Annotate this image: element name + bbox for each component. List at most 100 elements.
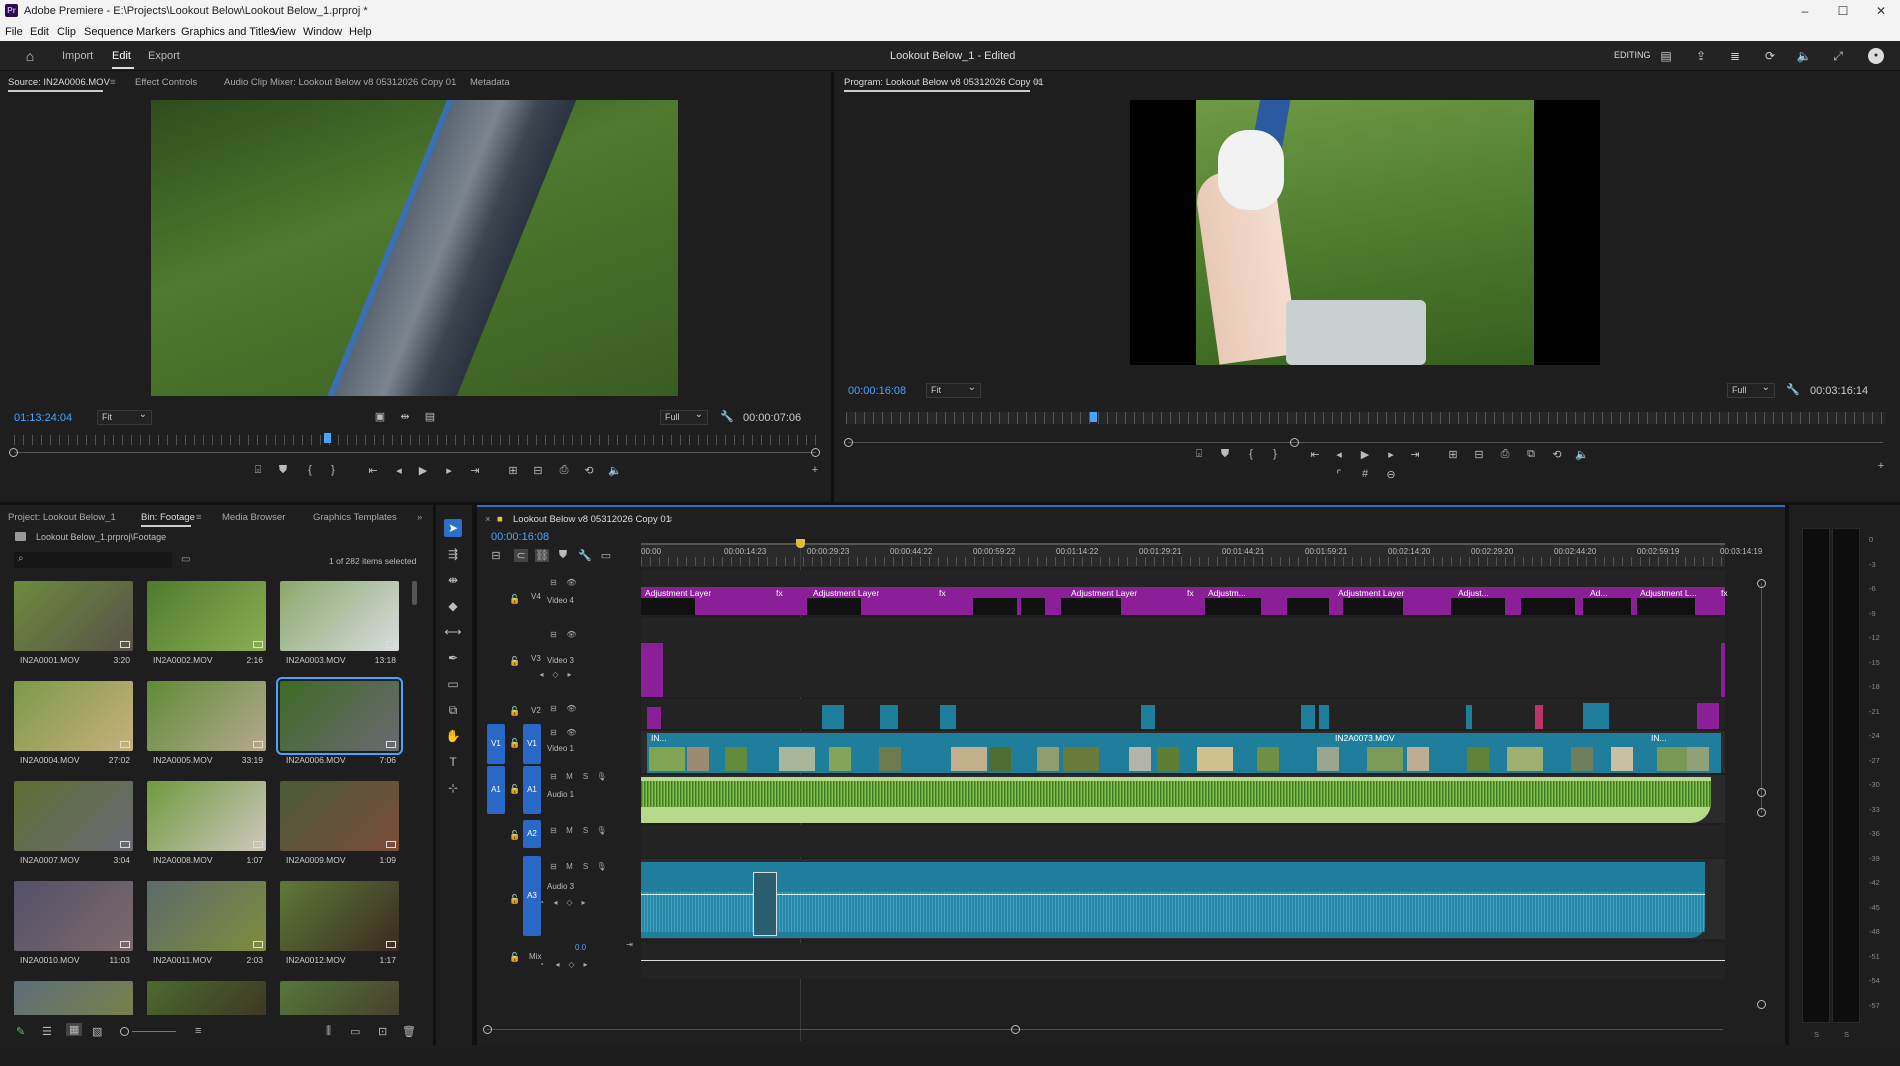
- playhead-handle[interactable]: [796, 539, 805, 548]
- lock-icon[interactable]: 🔓: [509, 706, 520, 717]
- audio-icon[interactable]: 🔈: [608, 464, 622, 477]
- step-forward-icon[interactable]: ▸: [1384, 448, 1398, 461]
- fx-badge[interactable]: fx: [939, 588, 946, 598]
- fx-badge[interactable]: fx: [776, 588, 783, 598]
- a3-audio-clip[interactable]: [641, 862, 1705, 938]
- fullscreen-icon[interactable]: ⤢: [1830, 48, 1846, 64]
- menu-clip[interactable]: Clip: [57, 26, 76, 38]
- timeline-timecode[interactable]: 00:00:16:08: [491, 531, 549, 543]
- bin-scrollbar[interactable]: [412, 581, 417, 605]
- slip-icon[interactable]: ⟷: [444, 623, 462, 641]
- transform-icon[interactable]: ⧉: [444, 701, 462, 719]
- v3-clip[interactable]: [641, 643, 663, 697]
- bin-thumbnail[interactable]: [147, 881, 266, 951]
- mix-volume-line[interactable]: [641, 960, 1725, 961]
- razor-icon[interactable]: ◆: [444, 597, 462, 615]
- tab-export[interactable]: Export: [148, 50, 180, 62]
- crop-icon[interactable]: ⌜: [1332, 468, 1346, 481]
- bin-thumbnail[interactable]: [147, 781, 266, 851]
- v-scroll-handle[interactable]: [1757, 788, 1766, 797]
- workspaces-icon[interactable]: ▤: [1658, 48, 1674, 64]
- tab-media-browser[interactable]: Media Browser: [222, 512, 285, 523]
- mute-button[interactable]: M: [561, 862, 578, 871]
- solo-left[interactable]: S: [1814, 1030, 1819, 1039]
- track-lane-a2[interactable]: [641, 825, 1725, 857]
- bin-thumbnail[interactable]: [280, 881, 399, 951]
- home-icon[interactable]: ⌂: [22, 48, 38, 64]
- go-to-out-icon[interactable]: ⇥: [1408, 448, 1422, 461]
- v1-target[interactable]: V1: [523, 724, 541, 764]
- mic-icon[interactable]: 🎙: [593, 826, 610, 835]
- rectangle-icon[interactable]: ▭: [444, 675, 462, 693]
- tab-bin-footage[interactable]: Bin: Footage: [141, 512, 195, 523]
- snap-icon[interactable]: ⊂: [514, 549, 528, 562]
- drag-video-icon[interactable]: ⇹: [398, 410, 412, 423]
- v2-clip[interactable]: [647, 707, 661, 729]
- tab-source[interactable]: Source: IN2A0006.MOV: [8, 77, 110, 88]
- share-icon[interactable]: ⇪: [1693, 48, 1709, 64]
- menu-file[interactable]: File: [5, 26, 23, 38]
- maximize-button[interactable]: ☐: [1828, 2, 1858, 20]
- v2-clip[interactable]: [1583, 703, 1609, 729]
- v2-clip[interactable]: [822, 705, 844, 729]
- overwrite-clip-icon[interactable]: ⊟: [531, 464, 545, 477]
- solo-right[interactable]: S: [1844, 1030, 1849, 1039]
- panel-menu-icon[interactable]: ≡: [1035, 77, 1041, 88]
- step-back-icon[interactable]: ◂: [1332, 448, 1346, 461]
- solo-button[interactable]: S: [577, 772, 594, 781]
- menu-view[interactable]: View: [272, 26, 296, 38]
- mark-in-icon[interactable]: {: [303, 464, 317, 476]
- sync-lock-icon[interactable]: ⊟: [545, 826, 562, 835]
- program-timecode[interactable]: 00:00:16:08: [848, 385, 906, 397]
- menu-sequence[interactable]: Sequence: [84, 26, 134, 38]
- zoom-slider[interactable]: [132, 1031, 176, 1032]
- mute-button[interactable]: M: [561, 826, 578, 835]
- a3-target[interactable]: A3: [523, 856, 541, 936]
- zoom-handle-right[interactable]: [811, 448, 820, 457]
- step-forward-icon[interactable]: ▸: [442, 464, 456, 477]
- a2-target[interactable]: A2: [523, 820, 541, 848]
- a3-volume-line[interactable]: [641, 894, 1705, 895]
- sync-lock-icon[interactable]: ⊟: [545, 772, 562, 781]
- export-frame-icon[interactable]: ⎙: [1498, 448, 1512, 461]
- new-item-icon[interactable]: ⊡: [378, 1025, 387, 1038]
- type-icon[interactable]: T: [444, 753, 462, 771]
- mic-icon[interactable]: 🎙: [593, 772, 610, 781]
- v2-clip[interactable]: [1319, 705, 1329, 729]
- track-lane-v2[interactable]: [641, 699, 1725, 729]
- fx-badge[interactable]: fx: [1721, 588, 1728, 598]
- eye-icon[interactable]: 👁: [563, 630, 580, 639]
- bin-thumbnail[interactable]: [276, 677, 403, 755]
- caption-icon[interactable]: ⊹: [444, 779, 462, 797]
- v-scroll-handle[interactable]: [1757, 1000, 1766, 1009]
- sync-lock-icon[interactable]: ⊟: [545, 728, 562, 737]
- video-v-scroll[interactable]: [1761, 583, 1762, 813]
- h-scroll-handle-left[interactable]: [483, 1025, 492, 1034]
- menu-graphics-titles[interactable]: Graphics and Titles: [181, 26, 275, 38]
- track-select-icon[interactable]: ⇶: [444, 545, 462, 563]
- program-quality-dropdown[interactable]: Full: [1727, 382, 1775, 398]
- close-button[interactable]: ✕: [1866, 2, 1896, 20]
- v2-clip[interactable]: [1141, 705, 1155, 729]
- selection-tool-icon[interactable]: ➤: [444, 519, 462, 537]
- a1-target[interactable]: A1: [523, 766, 541, 814]
- bin-thumbnail[interactable]: [14, 581, 133, 651]
- v2-clip[interactable]: [1535, 705, 1543, 729]
- zoom-handle-left[interactable]: [9, 448, 18, 457]
- audio-icon[interactable]: 🔈: [1575, 448, 1589, 461]
- source-zoom-bar[interactable]: [14, 452, 816, 453]
- next-keyframe-icon[interactable]: ▸: [575, 898, 592, 907]
- tab-audio-clip-mixer[interactable]: Audio Clip Mixer: Lookout Below v8 05312…: [224, 77, 456, 88]
- avatar[interactable]: ●: [1868, 48, 1884, 64]
- minimize-button[interactable]: –: [1790, 2, 1820, 20]
- play-icon[interactable]: ▶: [416, 464, 430, 477]
- eye-icon[interactable]: 👁: [563, 578, 580, 587]
- a1-audio-clip[interactable]: [641, 777, 1711, 823]
- marker-icon[interactable]: ⛊: [276, 464, 290, 477]
- loop-icon[interactable]: ⟲: [1550, 448, 1564, 461]
- tab-edit[interactable]: Edit: [112, 50, 131, 62]
- lock-icon[interactable]: 🔓: [509, 894, 520, 905]
- sync-lock-icon[interactable]: ⊟: [545, 862, 562, 871]
- lock-icon[interactable]: 🔓: [509, 784, 520, 795]
- zoom-handle-left[interactable]: [844, 438, 853, 447]
